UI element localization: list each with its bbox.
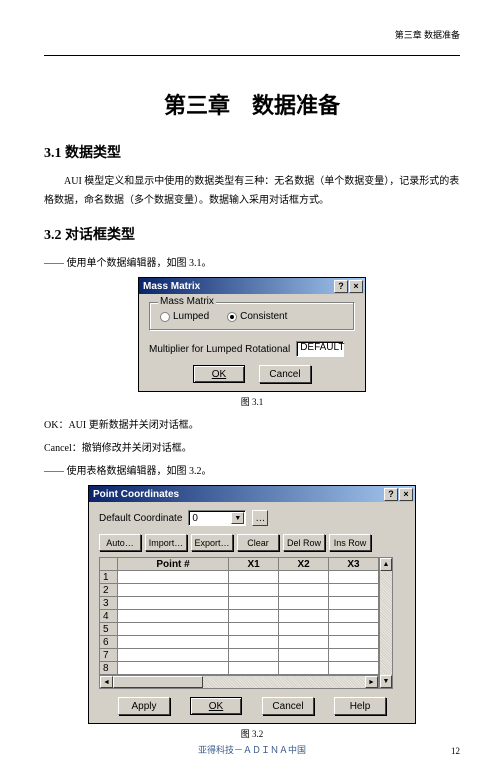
- header-rule: [44, 55, 460, 56]
- table-row: 6: [100, 636, 379, 649]
- scroll-thumb[interactable]: [113, 676, 203, 688]
- table-row: 7: [100, 649, 379, 662]
- scroll-right-icon[interactable]: ►: [365, 676, 378, 688]
- dialog-title-text: Mass Matrix: [143, 281, 200, 292]
- points-table[interactable]: Point # X1 X2 X3 1 2 3 4 5 6 7 8: [99, 557, 379, 675]
- ins-row-button[interactable]: Ins Row: [329, 534, 371, 551]
- table-header-row: Point # X1 X2 X3: [100, 558, 379, 571]
- table-row: 4: [100, 610, 379, 623]
- table-row: 1: [100, 571, 379, 584]
- ok-description: OK：AUI 更新数据并关闭对话框。: [44, 416, 460, 435]
- help-icon[interactable]: ?: [334, 280, 348, 293]
- table-row: 8: [100, 662, 379, 675]
- dialog-point-coordinates: Point Coordinates ? × Default Coordinate…: [88, 485, 416, 724]
- multiplier-input[interactable]: DEFAULT: [296, 341, 344, 357]
- group-mass-matrix: Mass Matrix Lumped Consistent: [149, 302, 355, 331]
- vertical-scrollbar[interactable]: ▲ ▼: [379, 557, 393, 689]
- close-icon[interactable]: ×: [349, 280, 363, 293]
- section-3-1-para: AUI 模型定义和显示中使用的数据类型有三种：无名数据（单个数据变量），记录形式…: [44, 172, 460, 210]
- default-coordinate-label: Default Coordinate: [99, 513, 182, 524]
- page-footer: 亚得科技－ＡＤＩＮＡ中国: [0, 743, 504, 756]
- group-label: Mass Matrix: [158, 296, 216, 307]
- col-point: Point #: [118, 558, 229, 571]
- horizontal-scrollbar[interactable]: ◄ ►: [99, 675, 379, 689]
- section-3-2-para2: 使用表格数据编辑器，如图 3.2。: [44, 462, 460, 481]
- radio-consistent[interactable]: Consistent: [227, 311, 287, 322]
- dialog-title-text: Point Coordinates: [93, 489, 179, 500]
- radio-lumped-label: Lumped: [173, 311, 209, 322]
- figure-3-1-caption: 图 3.1: [44, 395, 460, 408]
- clear-button[interactable]: Clear: [237, 534, 279, 551]
- del-row-button[interactable]: Del Row: [283, 534, 325, 551]
- dialog-mass-matrix: Mass Matrix ? × Mass Matrix Lumped Consi…: [138, 277, 366, 392]
- auto-button[interactable]: Auto…: [99, 534, 141, 551]
- cancel-button[interactable]: Cancel: [259, 365, 311, 383]
- radio-icon: [160, 312, 170, 322]
- dialog-titlebar[interactable]: Point Coordinates ? ×: [89, 486, 415, 502]
- close-icon[interactable]: ×: [399, 488, 413, 501]
- radio-consistent-label: Consistent: [240, 311, 287, 322]
- dialog-titlebar[interactable]: Mass Matrix ? ×: [139, 278, 365, 294]
- radio-lumped[interactable]: Lumped: [160, 311, 209, 322]
- figure-3-2-caption: 图 3.2: [44, 727, 460, 740]
- default-coordinate-dropdown[interactable]: 0 ▼: [188, 510, 246, 526]
- section-3-2-para1: 使用单个数据编辑器，如图 3.1。: [44, 254, 460, 273]
- page-header-right: 第三章 数据准备: [44, 28, 460, 41]
- col-x1: X1: [229, 558, 279, 571]
- radio-icon-selected: [227, 312, 237, 322]
- help-icon[interactable]: ?: [384, 488, 398, 501]
- chapter-title: 第三章 数据准备: [44, 88, 460, 120]
- dropdown-value: 0: [192, 513, 198, 524]
- cancel-description: Cancel：撤销修改并关闭对话框。: [44, 439, 460, 458]
- import-button[interactable]: Import…: [145, 534, 187, 551]
- export-button[interactable]: Export…: [191, 534, 233, 551]
- col-x2: X2: [279, 558, 329, 571]
- table-row: 3: [100, 597, 379, 610]
- scroll-down-icon[interactable]: ▼: [380, 675, 392, 688]
- ok-button[interactable]: OK: [193, 365, 245, 383]
- apply-button[interactable]: Apply: [118, 697, 170, 715]
- cancel-button[interactable]: Cancel: [262, 697, 314, 715]
- scroll-left-icon[interactable]: ◄: [100, 676, 113, 688]
- help-button[interactable]: Help: [334, 697, 386, 715]
- chevron-down-icon: ▼: [231, 512, 244, 524]
- section-3-2-heading: 3.2 对话框类型: [44, 224, 460, 244]
- browse-button[interactable]: …: [252, 510, 268, 526]
- multiplier-label: Multiplier for Lumped Rotational: [149, 344, 290, 355]
- col-x3: X3: [329, 558, 379, 571]
- table-row: 2: [100, 584, 379, 597]
- page-number: 12: [451, 746, 460, 756]
- table-row: 5: [100, 623, 379, 636]
- scroll-up-icon[interactable]: ▲: [380, 558, 392, 571]
- section-3-1-heading: 3.1 数据类型: [44, 142, 460, 162]
- ok-button[interactable]: OK: [190, 697, 242, 715]
